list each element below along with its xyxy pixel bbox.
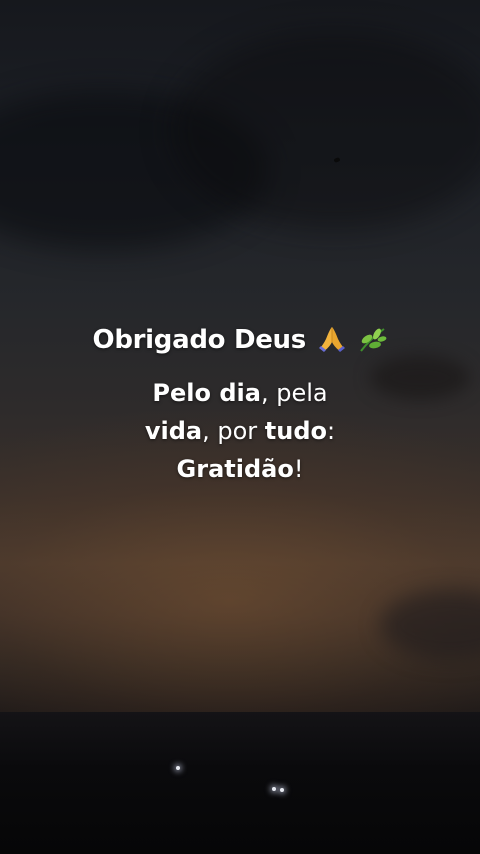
- city-light: [272, 787, 276, 791]
- caption-message: Pelo dia, pela vida, por tudo: Gratidão!: [0, 374, 480, 488]
- caption-title-line: Obrigado Deus: [0, 322, 480, 358]
- video-frame: Obrigado Deus Pelo dia, pela vida, por t…: [0, 0, 480, 854]
- folded-hands-icon: [318, 327, 345, 352]
- message-line-3: Gratidão!: [176, 455, 304, 483]
- message-line-1: Pelo dia, pela: [152, 379, 328, 407]
- message-line-2: vida, por tudo:: [144, 417, 336, 445]
- herb-icon: [360, 328, 387, 352]
- dark-horizon: [0, 712, 480, 854]
- caption-title: Obrigado Deus: [92, 325, 307, 355]
- caption-overlay: Obrigado Deus Pelo dia, pela vida, por t…: [0, 322, 480, 488]
- city-light: [280, 788, 284, 792]
- low-cloud: [380, 590, 480, 660]
- dark-cloud: [170, 30, 480, 230]
- city-light: [176, 766, 180, 770]
